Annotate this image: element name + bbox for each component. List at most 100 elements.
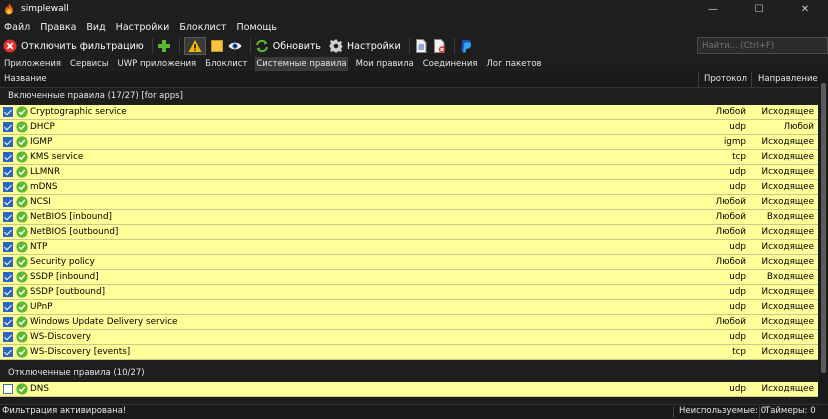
rule-protocol: udp: [729, 332, 746, 342]
table-row[interactable]: DHCP udp Любой: [0, 120, 818, 135]
rule-direction: Исходящее: [761, 287, 815, 297]
menu-view[interactable]: Вид: [86, 22, 105, 33]
tab-system-rules[interactable]: Системные правила: [255, 57, 348, 71]
rule-protocol: udp: [729, 182, 746, 192]
clear-logs-button[interactable]: [432, 37, 446, 55]
table-row[interactable]: LLMNR udp Исходящее: [0, 165, 818, 180]
settings-button[interactable]: Настройки: [329, 37, 401, 55]
add-rule-button[interactable]: [157, 37, 171, 55]
rule-direction: Исходящее: [761, 384, 815, 394]
rule-checkbox[interactable]: [3, 137, 13, 147]
rule-checkbox[interactable]: [3, 302, 13, 312]
tab-connections[interactable]: Соединения: [422, 57, 479, 71]
table-row[interactable]: Windows Update Delivery service Любой Исхо…: [0, 315, 818, 330]
table-row[interactable]: DNS udp Исходящее: [0, 382, 818, 397]
rule-checkbox[interactable]: [3, 332, 13, 342]
rule-checkbox[interactable]: [3, 257, 13, 267]
rule-protocol: tcp: [732, 152, 746, 162]
table-row[interactable]: SSDP [inbound] udp Входящее: [0, 270, 818, 285]
table-row[interactable]: NetBIOS [outbound] Любой Исходящее: [0, 225, 818, 240]
minimize-button[interactable]: —: [690, 0, 736, 18]
menu-edit[interactable]: Правка: [40, 22, 76, 33]
refresh-button[interactable]: Обновить: [255, 37, 321, 55]
table-row[interactable]: WS-Discovery [events] tcp Исходящее: [0, 345, 818, 360]
table-row[interactable]: Security policy Любой Исходящее: [0, 255, 818, 270]
check-circle-icon: [16, 181, 28, 193]
maximize-button[interactable]: ☐: [736, 0, 782, 18]
group-header[interactable]: Включенные правила (17/27) [for apps]: [0, 88, 818, 105]
search-input[interactable]: [697, 37, 828, 54]
close-button[interactable]: ✕: [782, 0, 828, 18]
tab-blocklist[interactable]: Блоклист: [204, 57, 248, 71]
disable-filtering-button[interactable]: Отключить фильтрацию: [3, 37, 144, 55]
warning-icon: [188, 40, 202, 52]
table-row[interactable]: IGMP igmp Исходящее: [0, 135, 818, 150]
rule-protocol: udp: [729, 167, 746, 177]
rule-name: KMS service: [30, 152, 84, 162]
rule-protocol: udp: [729, 287, 746, 297]
donate-button[interactable]: [459, 37, 473, 55]
table-row[interactable]: KMS service tcp Исходящее: [0, 150, 818, 165]
scrollbar-thumb[interactable]: [821, 83, 826, 373]
rule-protocol: udp: [729, 384, 746, 394]
column-header-protocol[interactable]: Протокол: [704, 71, 747, 88]
check-circle-icon: [16, 106, 28, 118]
rule-name: NTP: [30, 242, 48, 252]
table-row[interactable]: WS-Discovery udp Исходящее: [0, 330, 818, 345]
column-divider[interactable]: [698, 72, 699, 87]
show-hidden-button[interactable]: [228, 37, 242, 55]
rule-protocol: igmp: [723, 137, 746, 147]
vertical-scrollbar[interactable]: [819, 71, 828, 405]
rule-checkbox[interactable]: [3, 242, 13, 252]
rule-checkbox[interactable]: [3, 182, 13, 192]
rule-checkbox[interactable]: [3, 197, 13, 207]
menu-settings[interactable]: Настройки: [116, 22, 170, 33]
menu-help[interactable]: Помощь: [236, 22, 276, 33]
rule-checkbox[interactable]: [3, 347, 13, 357]
rule-checkbox[interactable]: [3, 317, 13, 327]
open-logs-button[interactable]: [414, 37, 428, 55]
yellow-square-icon: [210, 40, 223, 52]
rule-checkbox[interactable]: [3, 167, 13, 177]
rule-checkbox[interactable]: [3, 272, 13, 282]
tab-applications[interactable]: Приложения: [3, 57, 62, 71]
log-button[interactable]: [210, 37, 224, 55]
rule-checkbox[interactable]: [3, 287, 13, 297]
menu-file[interactable]: Файл: [4, 22, 30, 33]
column-header-direction[interactable]: Направление: [758, 71, 818, 88]
status-divider: [759, 406, 760, 418]
tab-packet-log[interactable]: Лог пакетов: [485, 57, 542, 71]
tab-services[interactable]: Сервисы: [69, 57, 109, 71]
rule-direction: Исходящее: [761, 137, 815, 147]
disable-filtering-label: Отключить фильтрацию: [21, 40, 144, 52]
rule-checkbox[interactable]: [3, 384, 13, 394]
tab-uwp-apps[interactable]: UWP приложения: [117, 57, 198, 71]
table-row[interactable]: NTP udp Исходящее: [0, 240, 818, 255]
rule-name: Security policy: [30, 257, 95, 267]
rule-protocol: Любой: [715, 107, 746, 117]
table-row[interactable]: SSDP [outbound] udp Исходящее: [0, 285, 818, 300]
notifications-button[interactable]: [183, 37, 206, 55]
table-row[interactable]: UPnP udp Исходящее: [0, 300, 818, 315]
rule-name: SSDP [outbound]: [30, 287, 106, 297]
table-row[interactable]: mDNS udp Исходящее: [0, 180, 818, 195]
rule-protocol: Любой: [715, 257, 746, 267]
rule-checkbox[interactable]: [3, 227, 13, 237]
table-row[interactable]: NCSI Любой Исходящее: [0, 195, 818, 210]
group-header[interactable]: Отключенные правила (10/27): [0, 365, 818, 382]
menu-blocklist[interactable]: Блоклист: [179, 22, 226, 33]
rule-checkbox[interactable]: [3, 107, 13, 117]
table-row[interactable]: NetBIOS [inbound] Любой Входящее: [0, 210, 818, 225]
rule-checkbox[interactable]: [3, 152, 13, 162]
rule-protocol: tcp: [732, 347, 746, 357]
rules-list: Включенные правила (17/27) [for apps] Cry…: [0, 88, 818, 404]
tab-my-rules[interactable]: Мои правила: [355, 57, 415, 71]
column-header-name[interactable]: Название: [4, 71, 47, 88]
rule-checkbox[interactable]: [3, 122, 13, 132]
rule-name: LLMNR: [30, 167, 61, 177]
rule-protocol: udp: [729, 272, 746, 282]
rule-checkbox[interactable]: [3, 212, 13, 222]
refresh-label: Обновить: [272, 40, 322, 52]
column-divider[interactable]: [751, 72, 752, 87]
table-row[interactable]: Cryptographic service Любой Исходящее: [0, 105, 818, 120]
